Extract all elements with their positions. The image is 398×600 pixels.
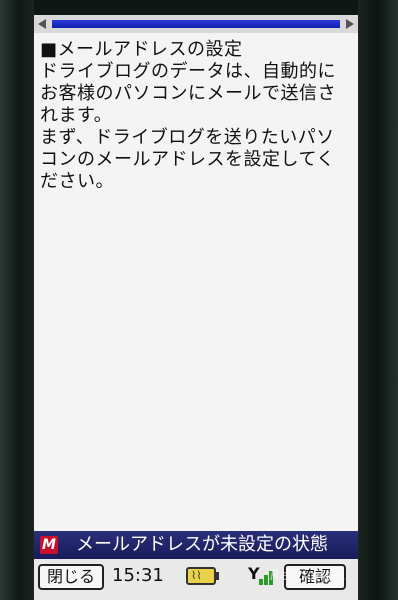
phone-screen: ■メールアドレスの設定 ドライブログのデータは、自動的にお客様のパソコンにメール… [34, 15, 358, 600]
scroll-thumb[interactable] [52, 20, 340, 28]
watermark: Response. [270, 568, 347, 584]
close-softkey-button[interactable]: 閉じる [38, 564, 104, 590]
description-paragraph-1: ドライブログのデータは、自動的にお客様のパソコンにメールで送信されます。 [40, 61, 336, 126]
battery-icon: ⌇⌇ [186, 567, 219, 585]
clock: 15:31 [112, 565, 164, 586]
section-heading: ■メールアドレスの設定 [40, 39, 243, 60]
status-message: メールアドレスが未設定の状態 [76, 534, 328, 555]
scroll-left-arrow-icon[interactable] [38, 19, 46, 29]
device-bezel-left [0, 0, 34, 600]
description-paragraph-2: まず、ドライブログを送りたいパソコンのメールアドレスを設定してください。 [40, 127, 335, 192]
scroll-right-arrow-icon[interactable] [346, 19, 354, 29]
battery-charge-icon: ⌇⌇ [191, 569, 202, 582]
scroll-track[interactable] [52, 20, 340, 28]
settings-content: ■メールアドレスの設定 ドライブログのデータは、自動的にお客様のパソコンにメール… [40, 39, 352, 193]
horizontal-scrollbar[interactable] [34, 15, 358, 33]
device-bezel-right [358, 0, 398, 600]
device-bezel-top [0, 0, 398, 15]
status-message-bar: M メールアドレスが未設定の状態 [34, 531, 358, 559]
antenna-icon: Y [248, 564, 260, 583]
signal-bar [259, 579, 263, 585]
signal-bar [264, 575, 268, 585]
mail-status-icon: M [40, 536, 58, 554]
